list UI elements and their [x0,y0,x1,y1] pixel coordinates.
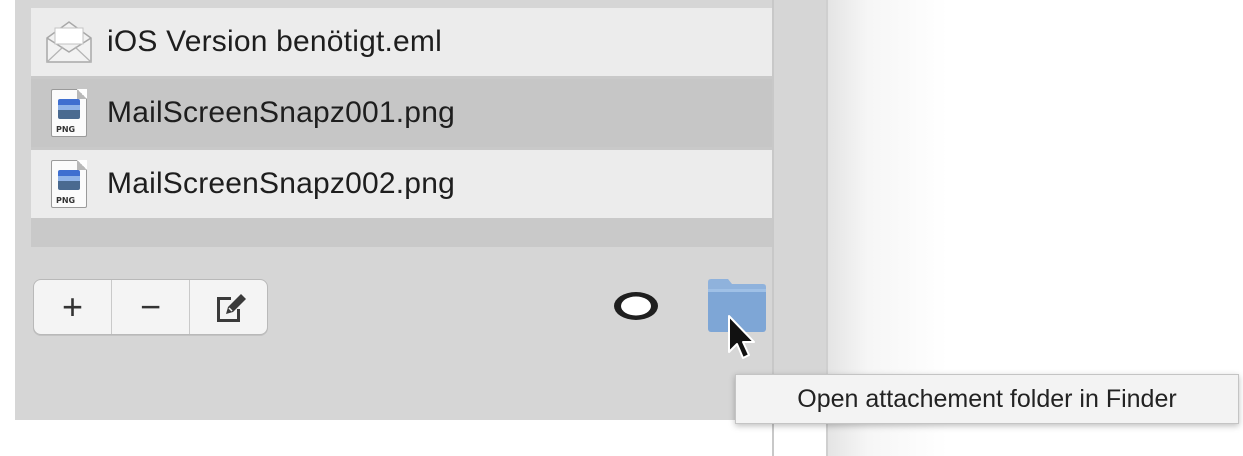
list-item-ios-version-eml[interactable]: iOS Version benötigt.eml [31,8,772,76]
eye-icon [614,292,658,320]
remove-attachment-button[interactable]: − [112,280,190,334]
png-file-icon: PNG [43,87,95,139]
list-item-mailscreensnapz001[interactable]: PNG MailScreenSnapz001.png [31,79,772,147]
tooltip: Open attachement folder in Finder [735,374,1239,424]
attachment-list: iOS Version benötigt.eml PNG MailScreenS… [31,8,772,247]
list-item-label: MailScreenSnapz001.png [107,96,455,129]
png-badge: PNG [56,196,76,205]
list-item-label: iOS Version benötigt.eml [107,25,442,58]
quicklook-button[interactable] [612,290,660,322]
mouse-pointer-icon [726,314,758,366]
list-item-mailscreensnapz002[interactable]: PNG MailScreenSnapz002.png [31,150,772,218]
add-attachment-button[interactable]: + [34,280,112,334]
attachment-actions-segmented-control: + − [33,279,268,335]
list-item-label: MailScreenSnapz002.png [107,167,455,200]
png-badge: PNG [56,125,76,134]
edit-icon [216,294,246,322]
email-envelope-icon [43,16,95,68]
edit-attachment-button[interactable] [190,280,267,334]
png-file-icon: PNG [43,158,95,210]
